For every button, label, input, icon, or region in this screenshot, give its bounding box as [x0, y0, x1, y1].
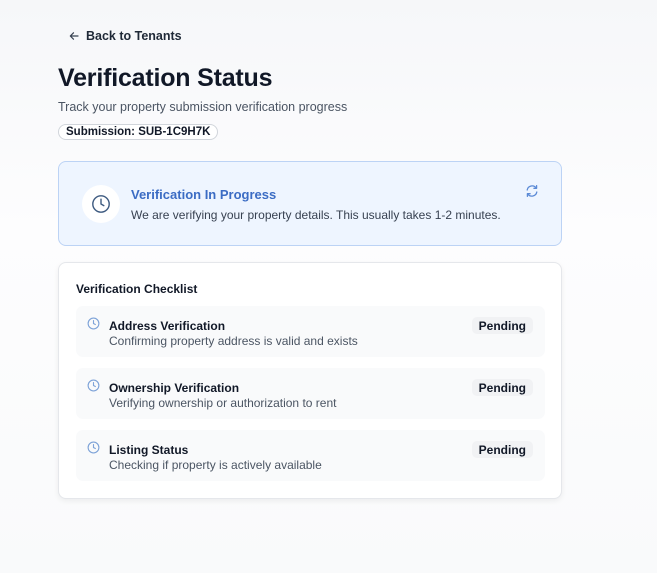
page-title: Verification Status: [58, 64, 273, 92]
checklist-item-title: Address Verification: [109, 319, 226, 333]
verification-progress-card: Verification In Progress We are verifyin…: [58, 161, 562, 246]
checklist-item-ownership: Ownership Verification Verifying ownersh…: [76, 368, 545, 419]
checklist-item-title: Ownership Verification: [109, 381, 240, 395]
clock-icon: [87, 441, 100, 454]
clock-icon: [92, 195, 110, 213]
status-badge: Pending: [471, 441, 533, 458]
back-link-label: Back to Tenants: [86, 29, 182, 43]
progress-title: Verification In Progress: [131, 187, 277, 202]
status-icon-container: [82, 185, 120, 223]
submission-id-badge: Submission: SUB-1C9H7K: [58, 124, 219, 140]
clock-icon: [87, 379, 100, 392]
checklist-item-listing: Listing Status Checking if property is a…: [76, 430, 545, 481]
progress-description: We are verifying your property details. …: [131, 208, 501, 222]
checklist-title: Verification Checklist: [76, 282, 198, 296]
verification-status-page: Back to Tenants Verification Status Trac…: [0, 0, 657, 573]
checklist-item-address: Address Verification Confirming property…: [76, 306, 545, 357]
arrow-left-icon: [69, 32, 79, 40]
status-badge: Pending: [471, 317, 533, 334]
clock-icon: [87, 317, 100, 330]
checklist-item-description: Checking if property is actively availab…: [109, 458, 322, 472]
status-badge: Pending: [471, 379, 533, 396]
checklist-item-description: Confirming property address is valid and…: [109, 334, 358, 348]
refresh-icon[interactable]: [525, 184, 539, 198]
verification-checklist-card: Verification Checklist Address Verificat…: [58, 262, 562, 499]
back-to-tenants-link[interactable]: Back to Tenants: [69, 29, 182, 43]
checklist-item-title: Listing Status: [109, 443, 189, 457]
checklist-item-description: Verifying ownership or authorization to …: [109, 396, 337, 410]
page-subtitle: Track your property submission verificat…: [58, 100, 348, 114]
